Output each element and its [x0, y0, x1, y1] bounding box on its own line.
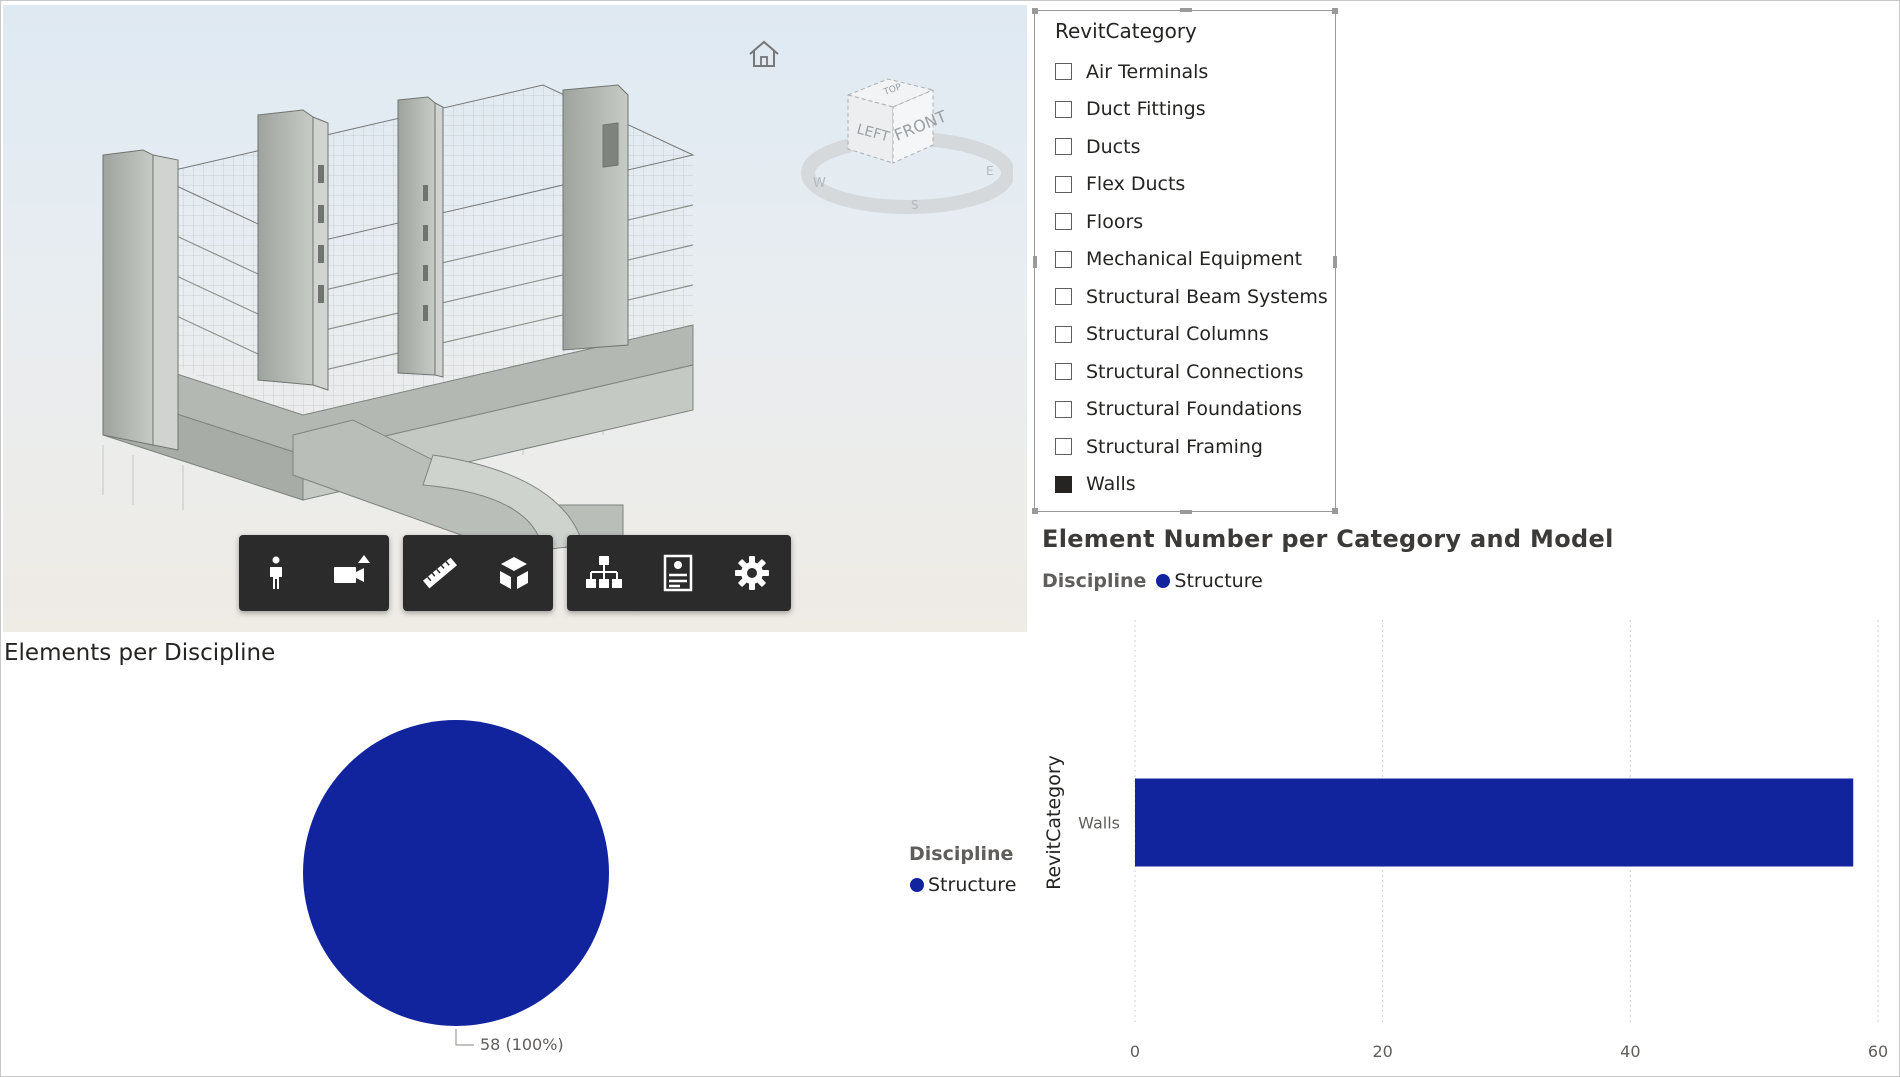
- slicer-item-label: Structural Columns: [1086, 323, 1269, 346]
- model-tree-button[interactable]: [567, 535, 641, 611]
- slicer-item[interactable]: Air Terminals: [1055, 53, 1328, 91]
- resize-handle[interactable]: [1032, 8, 1038, 14]
- slicer-item-label: Structural Connections: [1086, 360, 1304, 383]
- pie-legend-label: Structure: [928, 874, 1017, 896]
- revit-category-slicer: RevitCategory Air Terminals Duct Fittings…: [1032, 8, 1338, 514]
- slicer-item[interactable]: Ducts: [1055, 128, 1328, 166]
- gear-icon: [735, 556, 769, 590]
- camera-button[interactable]: [313, 535, 387, 611]
- slicer-checkbox[interactable]: [1055, 175, 1072, 193]
- navigation-toolbar: [239, 535, 389, 611]
- resize-handle[interactable]: [1332, 508, 1338, 514]
- resize-handle[interactable]: [1180, 510, 1192, 514]
- legend-dot: [910, 878, 924, 892]
- compass-s-label: S: [911, 198, 919, 212]
- slicer-item[interactable]: Structural Framing: [1055, 428, 1328, 466]
- resize-handle[interactable]: [1333, 256, 1337, 268]
- bar[interactable]: [1135, 778, 1854, 867]
- viewcube-icon[interactable]: TOP LEFT FRONT W S E: [793, 75, 1013, 225]
- slicer-item-label: Duct Fittings: [1086, 98, 1206, 121]
- x-tick-label: 0: [1130, 1042, 1140, 1061]
- slicer-checkbox[interactable]: [1055, 325, 1072, 343]
- slicer-item[interactable]: Structural Beam Systems: [1055, 278, 1328, 316]
- slicer-item[interactable]: Structural Connections: [1055, 353, 1328, 391]
- properties-button[interactable]: [641, 535, 715, 611]
- slicer-checkbox[interactable]: [1055, 250, 1072, 268]
- slicer-item-label: Floors: [1086, 210, 1144, 233]
- properties-icon: [663, 554, 693, 592]
- x-tick-label: 40: [1620, 1042, 1640, 1061]
- settings-button[interactable]: [715, 535, 789, 611]
- slicer-checkbox[interactable]: [1055, 213, 1072, 231]
- slicer-item-label: Flex Ducts: [1086, 173, 1186, 196]
- slicer-checkbox[interactable]: [1055, 475, 1072, 493]
- section-box-icon: [500, 557, 528, 589]
- slicer-item[interactable]: Structural Columns: [1055, 316, 1328, 354]
- slicer-item-label: Structural Beam Systems: [1086, 285, 1328, 308]
- pie-leader-line: [455, 1029, 474, 1046]
- slicer-item-label: Mechanical Equipment: [1086, 248, 1303, 271]
- pie-chart-title: Elements per Discipline: [4, 640, 276, 666]
- slicer-checkbox[interactable]: [1055, 400, 1072, 418]
- slicer-item[interactable]: Duct Fittings: [1055, 91, 1328, 129]
- pie-legend-item-structure[interactable]: Structure: [910, 874, 1016, 896]
- tools-toolbar: [403, 535, 553, 611]
- slicer-list: Air Terminals Duct Fittings Ducts Flex Duct…: [1055, 53, 1328, 503]
- compass-w-label: W: [813, 176, 826, 191]
- bar-chart[interactable]: 0 20 40 60 Walls RevitCategory: [1030, 615, 1898, 1065]
- resize-handle[interactable]: [1033, 256, 1037, 268]
- resize-handle[interactable]: [1032, 508, 1038, 514]
- x-tick-label: 20: [1372, 1042, 1392, 1061]
- slicer-item-label: Walls: [1086, 473, 1136, 496]
- walk-button[interactable]: [239, 535, 313, 611]
- slicer-item-label: Structural Framing: [1086, 435, 1263, 458]
- slicer-checkbox[interactable]: [1055, 288, 1072, 306]
- slicer-item-label: Structural Foundations: [1086, 398, 1303, 421]
- y-tick-label: Walls: [1078, 814, 1120, 833]
- legend-dot: [1156, 574, 1171, 588]
- camera-icon: [334, 555, 370, 583]
- slicer-item-label: Air Terminals: [1086, 60, 1209, 83]
- slicer-item[interactable]: Mechanical Equipment: [1055, 241, 1328, 279]
- resize-handle[interactable]: [1180, 8, 1192, 12]
- model-toolbar: [567, 535, 791, 611]
- slicer-checkbox[interactable]: [1055, 63, 1072, 81]
- slicer-checkbox[interactable]: [1055, 438, 1072, 456]
- pie-slice-data-label: 58 (100%): [480, 1035, 564, 1054]
- model-viewer[interactable]: TOP LEFT FRONT W S E: [3, 5, 1027, 632]
- slicer-checkbox[interactable]: [1055, 138, 1072, 156]
- bar-legend: Discipline Structure: [1042, 570, 1263, 592]
- home-view-icon[interactable]: [745, 37, 783, 71]
- y-axis-title: RevitCategory: [1043, 755, 1065, 890]
- resize-handle[interactable]: [1332, 8, 1338, 14]
- pie-chart[interactable]: [290, 710, 630, 1050]
- slicer-item[interactable]: Flex Ducts: [1055, 166, 1328, 204]
- pie-slice[interactable]: [303, 720, 609, 1026]
- bar-chart-title: Element Number per Category and Model: [1042, 525, 1614, 553]
- section-box-button[interactable]: [477, 535, 551, 611]
- x-tick-label: 60: [1868, 1042, 1888, 1061]
- slicer-title: RevitCategory: [1055, 19, 1197, 43]
- compass-e-label: E: [986, 164, 994, 178]
- slicer-item[interactable]: Floors: [1055, 203, 1328, 241]
- model-tree-icon: [586, 556, 622, 588]
- walk-icon: [270, 556, 282, 589]
- bar-legend-title: Discipline: [1042, 570, 1147, 592]
- measure-icon: [422, 557, 458, 589]
- slicer-item[interactable]: Walls: [1055, 466, 1328, 504]
- slicer-item-label: Ducts: [1086, 135, 1141, 158]
- bar-legend-label[interactable]: Structure: [1174, 570, 1262, 592]
- slicer-checkbox[interactable]: [1055, 100, 1072, 118]
- slicer-item[interactable]: Structural Foundations: [1055, 391, 1328, 429]
- pie-legend-title: Discipline: [909, 843, 1014, 865]
- measure-button[interactable]: [403, 535, 477, 611]
- slicer-checkbox[interactable]: [1055, 363, 1072, 381]
